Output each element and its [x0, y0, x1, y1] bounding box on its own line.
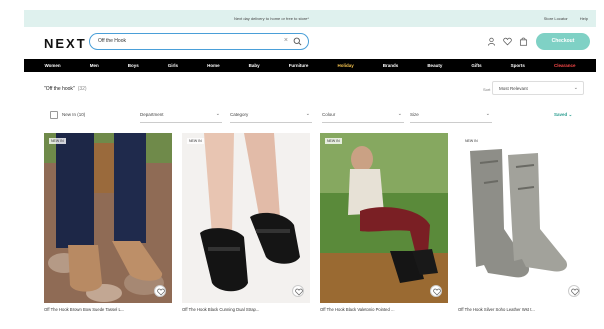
nav-item-holiday[interactable]: Holiday	[337, 63, 353, 68]
store-locator-link[interactable]: Store Locator	[544, 16, 568, 21]
nav-item-beauty[interactable]: Beauty	[427, 63, 442, 68]
nav-item-men[interactable]: Men	[90, 63, 99, 68]
product-image[interactable]: NEW IN	[44, 133, 172, 303]
department-filter[interactable]: Department ⌄	[140, 108, 222, 123]
product-photo-loafers	[44, 133, 172, 303]
product-title[interactable]: Off The Hook Black Valetonio Pointed ...	[320, 307, 448, 312]
results-heading: "Off the hook" (32)	[44, 86, 87, 92]
favourite-button[interactable]	[568, 285, 580, 297]
checkout-button[interactable]: Checkout	[536, 33, 590, 50]
promo-text: Next day delivery to home or free to sto…	[234, 16, 309, 21]
category-nav: Women Men Boys Girls Home Baby Furniture…	[24, 59, 596, 72]
saved-label: Saved	[554, 112, 568, 117]
product-image[interactable]: NEW IN	[182, 133, 310, 303]
new-in-badge: NEW IN	[49, 138, 66, 144]
search-icon[interactable]	[293, 37, 302, 46]
filter-bar: New In (10) Department ⌄ Category ⌄ Colo…	[44, 108, 596, 123]
new-in-badge: NEW IN	[463, 138, 480, 144]
product-image[interactable]: NEW IN	[320, 133, 448, 303]
favourite-button[interactable]	[154, 285, 166, 297]
product-photo-mary-janes	[182, 133, 310, 303]
product-title[interactable]: Off The Hook Brown Bow Suede Tassel L...	[44, 307, 172, 312]
nav-item-baby[interactable]: Baby	[249, 63, 260, 68]
colour-filter[interactable]: Colour ⌄	[322, 108, 404, 123]
account-icon[interactable]	[487, 37, 496, 46]
heart-icon	[571, 288, 579, 296]
chevron-down-icon: ⌄	[485, 111, 490, 117]
nav-item-furniture[interactable]: Furniture	[289, 63, 309, 68]
search-bar[interactable]: Off the Hook ×	[89, 33, 309, 50]
sort-value: Most Relevant	[499, 86, 528, 91]
new-in-label[interactable]: New In (10)	[62, 112, 85, 117]
chevron-down-icon: ⌄	[573, 85, 578, 91]
product-title[interactable]: Off The Hook Black Cunning Dual Strap...	[182, 307, 310, 312]
new-in-badge: NEW IN	[325, 138, 342, 144]
chevron-down-icon: ⌄	[305, 111, 310, 117]
product-card[interactable]: NEW IN Off The Hook Brown Bow Suede Tass…	[44, 133, 172, 312]
nav-item-brands[interactable]: Brands	[383, 63, 399, 68]
department-filter-label: Department	[140, 112, 164, 117]
nav-item-sports[interactable]: Sports	[511, 63, 525, 68]
product-photo-model-seated	[320, 133, 448, 303]
clear-search-icon[interactable]: ×	[284, 37, 288, 44]
search-input[interactable]: Off the Hook	[98, 38, 126, 44]
bag-icon[interactable]	[519, 37, 528, 46]
chevron-down-icon: ⌄	[397, 111, 402, 117]
favourite-button[interactable]	[292, 285, 304, 297]
product-card[interactable]: NEW IN Off The Hook Black Cunning Dual S…	[182, 133, 310, 312]
size-filter-label: Size	[410, 112, 419, 117]
colour-filter-label: Colour	[322, 112, 336, 117]
heart-icon	[157, 288, 165, 296]
product-card[interactable]: NEW IN Off The Hook Black Valetonio Poin…	[320, 133, 448, 312]
product-title[interactable]: Off The Hook Silver Soho Leather Wst t..…	[458, 307, 586, 312]
size-filter[interactable]: Size ⌄	[410, 108, 492, 123]
nav-item-girls[interactable]: Girls	[168, 63, 178, 68]
product-image[interactable]: NEW IN	[458, 133, 586, 303]
product-photo-western-boots	[458, 133, 586, 303]
sort-dropdown[interactable]: Most Relevant ⌄	[492, 81, 584, 95]
category-filter[interactable]: Category ⌄	[230, 108, 312, 123]
site-header: NEXT Off the Hook × Checkout	[24, 30, 596, 56]
help-link[interactable]: Help	[580, 16, 588, 21]
product-card[interactable]: NEW IN Off The Hook Silver Soho Leather …	[458, 133, 586, 312]
heart-icon	[433, 288, 441, 296]
favourite-button[interactable]	[430, 285, 442, 297]
next-logo[interactable]: NEXT	[44, 36, 87, 51]
results-count: (32)	[77, 86, 87, 92]
saved-filter[interactable]: Saved ⌄	[554, 112, 572, 118]
nav-item-home[interactable]: Home	[207, 63, 220, 68]
heart-icon	[295, 288, 303, 296]
new-in-badge: NEW IN	[187, 138, 204, 144]
nav-item-women[interactable]: Women	[45, 63, 61, 68]
chevron-down-icon: ⌄	[215, 111, 220, 117]
chevron-down-icon: ⌄	[568, 112, 573, 117]
promo-bar: Next day delivery to home or free to sto…	[24, 10, 596, 27]
nav-item-gifts[interactable]: Gifts	[471, 63, 481, 68]
new-in-checkbox[interactable]	[50, 111, 58, 119]
results-query: "Off the hook"	[44, 86, 75, 92]
nav-item-clearance[interactable]: Clearance	[554, 63, 576, 68]
category-filter-label: Category	[230, 112, 249, 117]
sort-label: Sort	[483, 87, 491, 92]
nav-item-boys[interactable]: Boys	[128, 63, 139, 68]
heart-icon[interactable]	[503, 37, 512, 46]
